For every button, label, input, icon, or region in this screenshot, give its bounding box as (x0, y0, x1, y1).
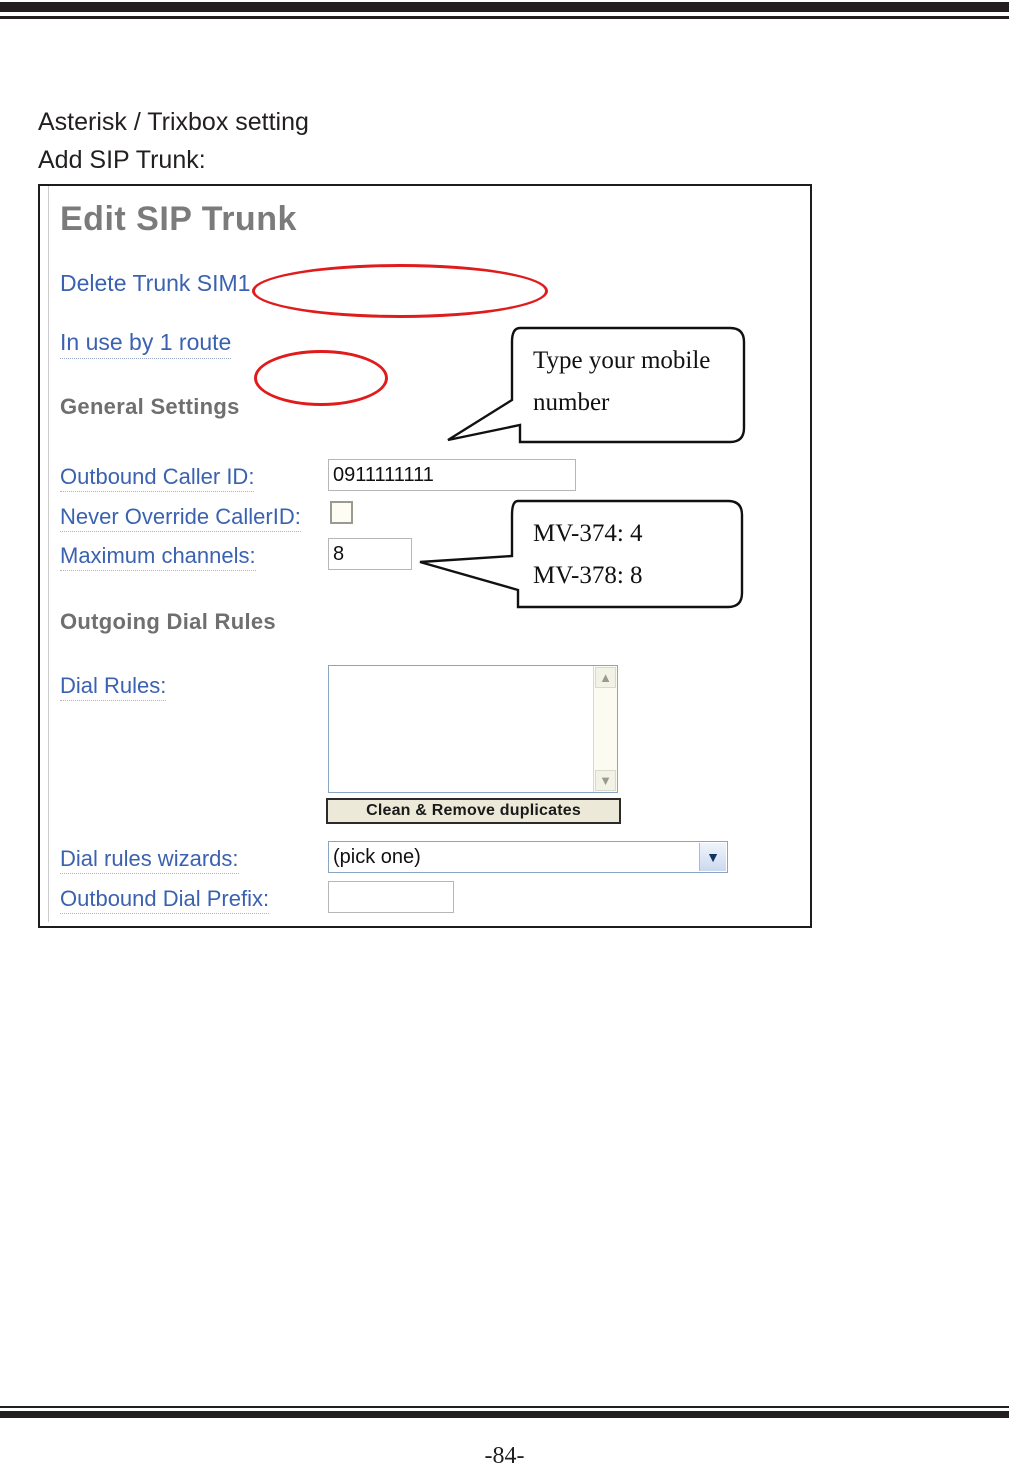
never-override-callerid-label[interactable]: Never Override CallerID: (60, 504, 301, 532)
never-override-callerid-checkbox[interactable] (330, 501, 353, 524)
chevron-down-icon[interactable]: ▼ (699, 843, 726, 871)
outbound-dial-prefix-label[interactable]: Outbound Dial Prefix: (60, 886, 270, 914)
dial-rules-wizards-value: (pick one) (333, 846, 421, 868)
general-settings-heading: General Settings (60, 394, 240, 419)
document-subheading: Add SIP Trunk: (38, 146, 206, 174)
clean-remove-duplicates-button[interactable]: Clean & Remove duplicates (326, 798, 621, 824)
page-number: -84- (484, 1443, 525, 1469)
document-heading: Asterisk / Trixbox setting (38, 108, 309, 136)
outbound-dial-prefix-field[interactable] (328, 881, 454, 913)
scroll-up-icon[interactable]: ▲ (595, 667, 616, 688)
outbound-caller-id-field[interactable]: 0911111111 (328, 459, 576, 491)
page-top-rule-thin (0, 16, 1009, 19)
delete-trunk-link[interactable]: Delete Trunk SIM1 (60, 270, 250, 297)
page-bottom-rule-thick (0, 1411, 1009, 1418)
maximum-channels-field[interactable]: 8 (328, 538, 412, 570)
in-use-by-route-link[interactable]: In use by 1 route (60, 329, 232, 359)
callout-2-line-2: MV-378: 8 (533, 562, 643, 589)
outbound-caller-id-label[interactable]: Outbound Caller ID: (60, 464, 255, 492)
dial-rules-wizards-label[interactable]: Dial rules wizards: (60, 846, 239, 874)
dial-rules-scrollbar[interactable]: ▲ ▼ (593, 666, 617, 792)
callout-1-line-1: Type your mobile (533, 347, 711, 374)
dial-rules-wizards-select[interactable]: (pick one) ▼ (328, 841, 728, 873)
callout-2-text: MV-374: 4 MV-378: 8 (533, 513, 643, 597)
outgoing-dial-rules-heading: Outgoing Dial Rules (60, 609, 276, 634)
dial-rules-textarea[interactable]: ▲ ▼ (328, 665, 618, 793)
highlight-ellipse-caller-id (252, 264, 548, 318)
scroll-down-icon[interactable]: ▼ (595, 770, 616, 791)
form-left-divider (48, 186, 49, 922)
page-title: Edit SIP Trunk (60, 200, 297, 238)
highlight-ellipse-maximum-channels (254, 350, 388, 406)
page-bottom-rule-thin (0, 1406, 1009, 1408)
dial-rules-label[interactable]: Dial Rules: (60, 673, 167, 701)
callout-1-text: Type your mobile number (533, 340, 710, 424)
callout-2-line-1: MV-374: 4 (533, 520, 643, 547)
callout-1-line-2: number (533, 389, 610, 416)
maximum-channels-label[interactable]: Maximum channels: (60, 543, 256, 571)
page-top-rule-thick (0, 2, 1009, 12)
